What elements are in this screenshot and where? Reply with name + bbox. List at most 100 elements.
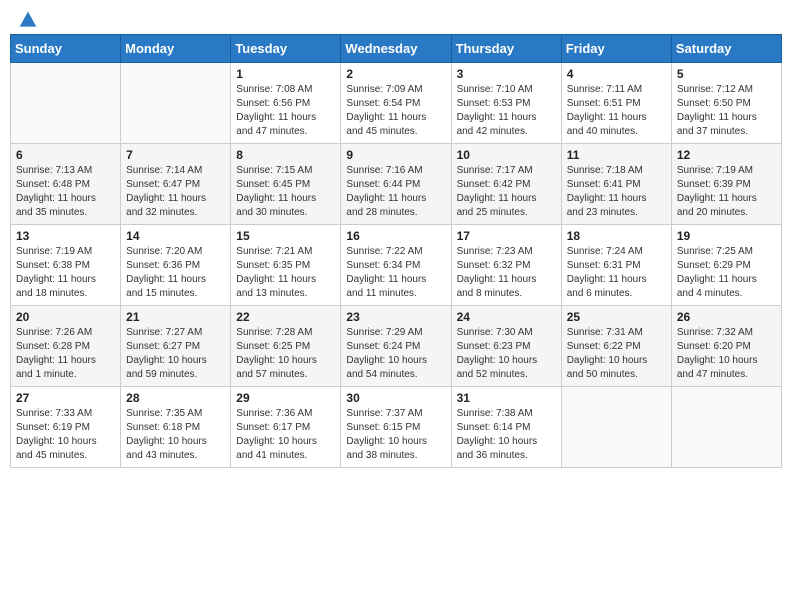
calendar-cell: 19 Sunrise: 7:25 AM Sunset: 6:29 PM Dayli… bbox=[671, 225, 781, 306]
day-info: Sunrise: 7:16 AM Sunset: 6:44 PM Dayligh… bbox=[346, 164, 445, 220]
day-number: 12 bbox=[677, 148, 776, 162]
calendar-cell bbox=[671, 387, 781, 468]
day-number: 4 bbox=[567, 67, 666, 81]
column-header-sunday: Sunday bbox=[11, 35, 121, 63]
day-info: Sunrise: 7:22 AM Sunset: 6:34 PM Dayligh… bbox=[346, 245, 445, 301]
calendar-cell: 31 Sunrise: 7:38 AM Sunset: 6:14 PM Dayli… bbox=[451, 387, 561, 468]
day-number: 1 bbox=[236, 67, 335, 81]
calendar-cell: 10 Sunrise: 7:17 AM Sunset: 6:42 PM Dayli… bbox=[451, 144, 561, 225]
calendar-cell: 24 Sunrise: 7:30 AM Sunset: 6:23 PM Dayli… bbox=[451, 306, 561, 387]
calendar-cell: 14Sunrise: 7:20 AM Sunset: 6:36 PM Dayli… bbox=[121, 225, 231, 306]
calendar-header-row: SundayMondayTuesdayWednesdayThursdayFrid… bbox=[11, 35, 782, 63]
calendar-week-row: 27Sunrise: 7:33 AM Sunset: 6:19 PM Dayli… bbox=[11, 387, 782, 468]
day-number: 30 bbox=[346, 391, 445, 405]
logo-icon bbox=[18, 10, 38, 30]
day-info: Sunrise: 7:23 AM Sunset: 6:32 PM Dayligh… bbox=[457, 245, 556, 301]
column-header-monday: Monday bbox=[121, 35, 231, 63]
day-number: 9 bbox=[346, 148, 445, 162]
calendar-cell: 5 Sunrise: 7:12 AM Sunset: 6:50 PM Daylig… bbox=[671, 63, 781, 144]
calendar-cell: 28 Sunrise: 7:35 AM Sunset: 6:18 PM Dayli… bbox=[121, 387, 231, 468]
day-number: 24 bbox=[457, 310, 556, 324]
day-info: Sunrise: 7:15 AM Sunset: 6:45 PM Dayligh… bbox=[236, 164, 335, 220]
calendar-cell: 3 Sunrise: 7:10 AM Sunset: 6:53 PM Daylig… bbox=[451, 63, 561, 144]
day-info: Sunrise: 7:10 AM Sunset: 6:53 PM Dayligh… bbox=[457, 83, 556, 139]
column-header-saturday: Saturday bbox=[671, 35, 781, 63]
day-number: 8 bbox=[236, 148, 335, 162]
calendar-cell: 6 Sunrise: 7:13 AM Sunset: 6:48 PM Daylig… bbox=[11, 144, 121, 225]
day-info: Sunrise: 7:20 AM Sunset: 6:36 PM Dayligh… bbox=[126, 245, 225, 301]
day-number: 10 bbox=[457, 148, 556, 162]
calendar-cell: 30 Sunrise: 7:37 AM Sunset: 6:15 PM Dayli… bbox=[341, 387, 451, 468]
day-number: 28 bbox=[126, 391, 225, 405]
calendar-cell: 1 Sunrise: 7:08 AM Sunset: 6:56 PM Daylig… bbox=[231, 63, 341, 144]
day-info: Sunrise: 7:27 AM Sunset: 6:27 PM Dayligh… bbox=[126, 326, 225, 382]
calendar-week-row: 1 Sunrise: 7:08 AM Sunset: 6:56 PM Daylig… bbox=[11, 63, 782, 144]
day-number: 6 bbox=[16, 148, 115, 162]
day-info: Sunrise: 7:08 AM Sunset: 6:56 PM Dayligh… bbox=[236, 83, 335, 139]
calendar-cell: 8 Sunrise: 7:15 AM Sunset: 6:45 PM Daylig… bbox=[231, 144, 341, 225]
calendar-cell: 7 Sunrise: 7:14 AM Sunset: 6:47 PM Daylig… bbox=[121, 144, 231, 225]
calendar-week-row: 13 Sunrise: 7:19 AM Sunset: 6:38 PM Dayli… bbox=[11, 225, 782, 306]
day-info: Sunrise: 7:18 AM Sunset: 6:41 PM Dayligh… bbox=[567, 164, 666, 220]
calendar-cell: 25Sunrise: 7:31 AM Sunset: 6:22 PM Dayli… bbox=[561, 306, 671, 387]
calendar-cell: 23 Sunrise: 7:29 AM Sunset: 6:24 PM Dayli… bbox=[341, 306, 451, 387]
calendar-cell: 22 Sunrise: 7:28 AM Sunset: 6:25 PM Dayli… bbox=[231, 306, 341, 387]
calendar-cell: 26 Sunrise: 7:32 AM Sunset: 6:20 PM Dayli… bbox=[671, 306, 781, 387]
day-info: Sunrise: 7:12 AM Sunset: 6:50 PM Dayligh… bbox=[677, 83, 776, 139]
day-info: Sunrise: 7:29 AM Sunset: 6:24 PM Dayligh… bbox=[346, 326, 445, 382]
calendar-cell: 20 Sunrise: 7:26 AM Sunset: 6:28 PM Dayli… bbox=[11, 306, 121, 387]
day-number: 21 bbox=[126, 310, 225, 324]
day-info: Sunrise: 7:26 AM Sunset: 6:28 PM Dayligh… bbox=[16, 326, 115, 382]
calendar-cell bbox=[561, 387, 671, 468]
day-info: Sunrise: 7:35 AM Sunset: 6:18 PM Dayligh… bbox=[126, 407, 225, 463]
calendar-cell: 11 Sunrise: 7:18 AM Sunset: 6:41 PM Dayli… bbox=[561, 144, 671, 225]
calendar-cell: 29 Sunrise: 7:36 AM Sunset: 6:17 PM Dayli… bbox=[231, 387, 341, 468]
calendar-cell: 16Sunrise: 7:22 AM Sunset: 6:34 PM Dayli… bbox=[341, 225, 451, 306]
column-header-wednesday: Wednesday bbox=[341, 35, 451, 63]
day-number: 13 bbox=[16, 229, 115, 243]
day-number: 20 bbox=[16, 310, 115, 324]
day-info: Sunrise: 7:38 AM Sunset: 6:14 PM Dayligh… bbox=[457, 407, 556, 463]
day-info: Sunrise: 7:30 AM Sunset: 6:23 PM Dayligh… bbox=[457, 326, 556, 382]
day-number: 7 bbox=[126, 148, 225, 162]
day-info: Sunrise: 7:37 AM Sunset: 6:15 PM Dayligh… bbox=[346, 407, 445, 463]
day-number: 22 bbox=[236, 310, 335, 324]
calendar-cell: 15Sunrise: 7:21 AM Sunset: 6:35 PM Dayli… bbox=[231, 225, 341, 306]
calendar-cell bbox=[11, 63, 121, 144]
calendar-cell: 27Sunrise: 7:33 AM Sunset: 6:19 PM Dayli… bbox=[11, 387, 121, 468]
day-number: 18 bbox=[567, 229, 666, 243]
calendar-cell: 9 Sunrise: 7:16 AM Sunset: 6:44 PM Daylig… bbox=[341, 144, 451, 225]
day-info: Sunrise: 7:28 AM Sunset: 6:25 PM Dayligh… bbox=[236, 326, 335, 382]
day-info: Sunrise: 7:11 AM Sunset: 6:51 PM Dayligh… bbox=[567, 83, 666, 139]
day-number: 2 bbox=[346, 67, 445, 81]
day-number: 17 bbox=[457, 229, 556, 243]
day-info: Sunrise: 7:09 AM Sunset: 6:54 PM Dayligh… bbox=[346, 83, 445, 139]
calendar-week-row: 20 Sunrise: 7:26 AM Sunset: 6:28 PM Dayli… bbox=[11, 306, 782, 387]
day-info: Sunrise: 7:33 AM Sunset: 6:19 PM Dayligh… bbox=[16, 407, 115, 463]
day-number: 23 bbox=[346, 310, 445, 324]
day-number: 29 bbox=[236, 391, 335, 405]
day-number: 11 bbox=[567, 148, 666, 162]
page-header bbox=[10, 10, 782, 26]
day-info: Sunrise: 7:17 AM Sunset: 6:42 PM Dayligh… bbox=[457, 164, 556, 220]
day-info: Sunrise: 7:13 AM Sunset: 6:48 PM Dayligh… bbox=[16, 164, 115, 220]
day-info: Sunrise: 7:36 AM Sunset: 6:17 PM Dayligh… bbox=[236, 407, 335, 463]
day-number: 26 bbox=[677, 310, 776, 324]
day-number: 3 bbox=[457, 67, 556, 81]
day-info: Sunrise: 7:32 AM Sunset: 6:20 PM Dayligh… bbox=[677, 326, 776, 382]
day-info: Sunrise: 7:19 AM Sunset: 6:38 PM Dayligh… bbox=[16, 245, 115, 301]
day-number: 19 bbox=[677, 229, 776, 243]
calendar-cell: 21 Sunrise: 7:27 AM Sunset: 6:27 PM Dayli… bbox=[121, 306, 231, 387]
day-number: 31 bbox=[457, 391, 556, 405]
calendar-cell: 13 Sunrise: 7:19 AM Sunset: 6:38 PM Dayli… bbox=[11, 225, 121, 306]
day-number: 5 bbox=[677, 67, 776, 81]
column-header-tuesday: Tuesday bbox=[231, 35, 341, 63]
calendar-cell: 4 Sunrise: 7:11 AM Sunset: 6:51 PM Daylig… bbox=[561, 63, 671, 144]
calendar-cell: 12Sunrise: 7:19 AM Sunset: 6:39 PM Dayli… bbox=[671, 144, 781, 225]
day-info: Sunrise: 7:14 AM Sunset: 6:47 PM Dayligh… bbox=[126, 164, 225, 220]
day-info: Sunrise: 7:31 AM Sunset: 6:22 PM Dayligh… bbox=[567, 326, 666, 382]
day-info: Sunrise: 7:25 AM Sunset: 6:29 PM Dayligh… bbox=[677, 245, 776, 301]
calendar-cell: 18Sunrise: 7:24 AM Sunset: 6:31 PM Dayli… bbox=[561, 225, 671, 306]
logo bbox=[14, 10, 38, 26]
column-header-thursday: Thursday bbox=[451, 35, 561, 63]
